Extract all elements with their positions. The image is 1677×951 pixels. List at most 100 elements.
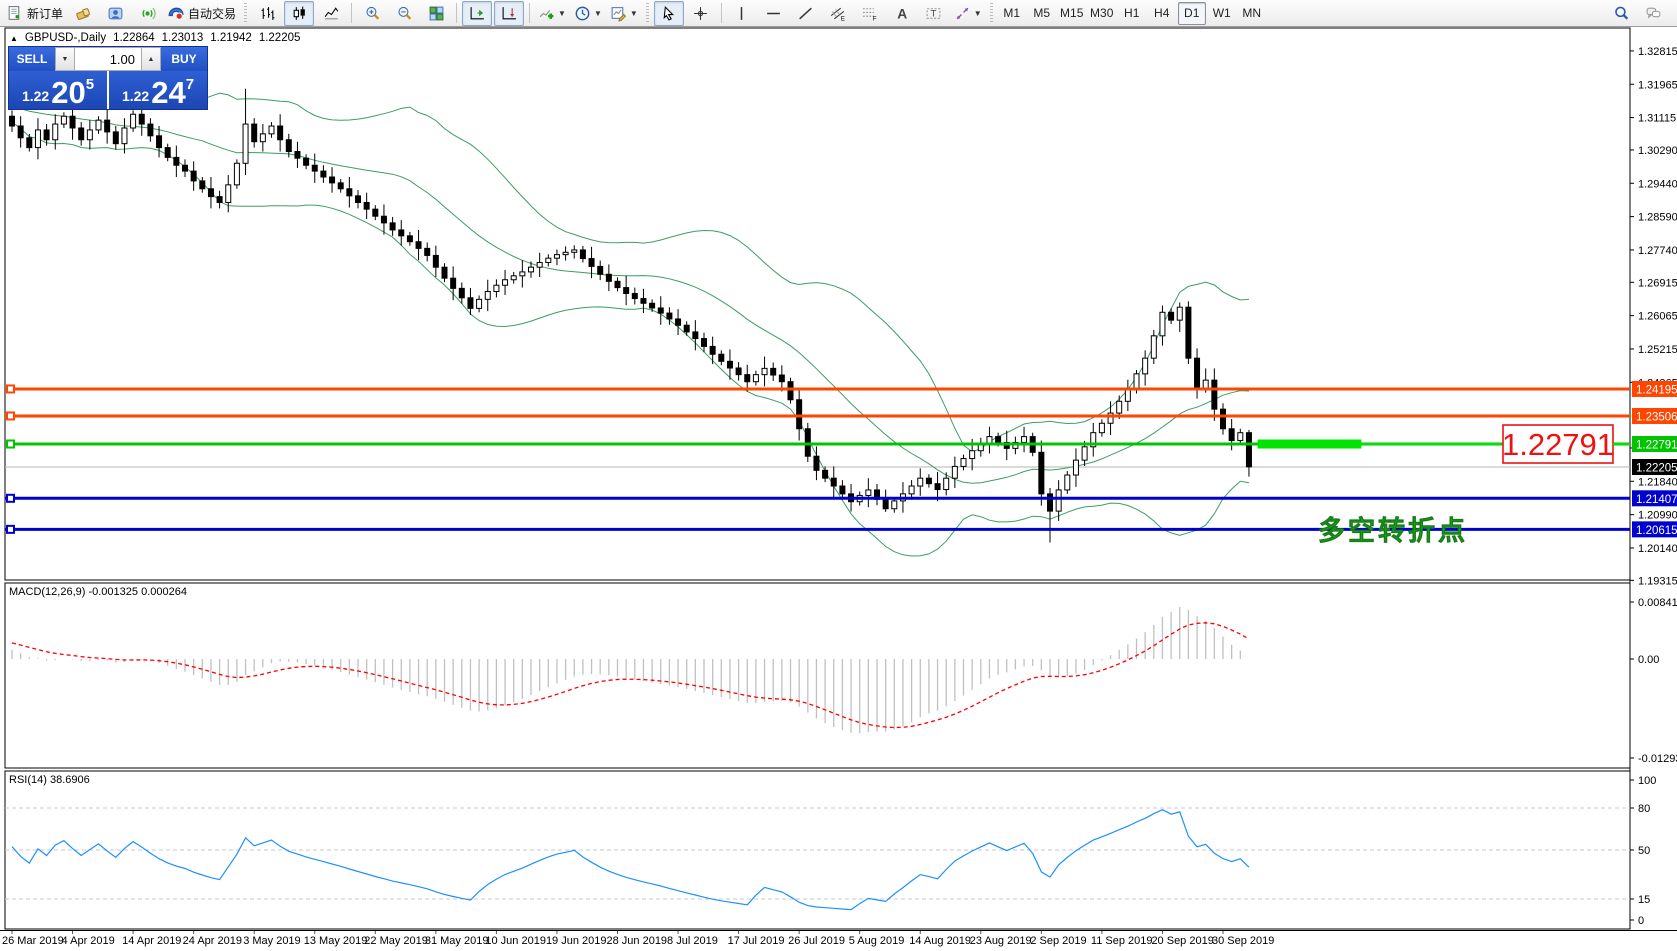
date-tick-label: 2 Sep 2019 — [1030, 935, 1086, 947]
volume-input[interactable]: 1.00 — [75, 47, 141, 71]
crosshair-tool-button[interactable] — [686, 1, 716, 26]
candle — [364, 202, 369, 209]
svg-text:F: F — [873, 15, 877, 22]
new-order-button[interactable]: 新订单 — [3, 1, 66, 26]
axis-price-badge-text: 1.24195 — [1636, 384, 1677, 396]
timeframe-button-h1[interactable]: H1 — [1118, 2, 1146, 25]
line-anchor-handle[interactable] — [7, 495, 14, 502]
chart-shift-icon — [501, 5, 518, 22]
buy-button[interactable]: BUY — [161, 47, 207, 71]
zoom-in-button[interactable] — [357, 1, 387, 26]
tile-windows-button[interactable] — [421, 1, 451, 26]
axis-price-badge-text: 1.22205 — [1636, 463, 1677, 475]
arrows-tool-button[interactable]: ▼ — [951, 1, 985, 26]
candle — [407, 236, 412, 242]
chevron-down-icon[interactable]: ▼ — [630, 9, 638, 18]
zoom-out-icon — [396, 5, 413, 22]
candle — [511, 276, 516, 280]
trade-panel-quote-row: 1.22 20 5 1.22 24 7 — [9, 71, 207, 109]
date-tick-label: 8 Jul 2019 — [667, 935, 718, 947]
timeframe-button-h4[interactable]: H4 — [1148, 2, 1176, 25]
timeframe-button-m1[interactable]: M1 — [998, 2, 1026, 25]
candle — [451, 278, 456, 288]
label-tool-button[interactable]: T — [919, 1, 949, 26]
line-anchor-handle[interactable] — [7, 526, 14, 533]
candle — [27, 138, 32, 148]
templates-button[interactable]: ▼ — [607, 1, 641, 26]
search-button[interactable] — [1606, 1, 1636, 26]
timeframe-button-mn[interactable]: MN — [1238, 2, 1266, 25]
indicators-button[interactable]: ▼ — [535, 1, 569, 26]
chevron-down-icon[interactable]: ▼ — [974, 9, 982, 18]
candle — [970, 451, 975, 459]
fibonacci-tool-button[interactable]: F — [855, 1, 885, 26]
candle — [1229, 429, 1234, 441]
autotrading-button[interactable]: 自动交易 — [164, 1, 239, 26]
sell-quote-button[interactable]: 1.22 20 5 — [9, 71, 107, 109]
price-tick-label: 1.32815 — [1638, 46, 1677, 58]
timeframe-button-m30[interactable]: M30 — [1088, 2, 1116, 25]
toolbar-grip[interactable] — [989, 3, 994, 23]
toolbar-right-icons — [1605, 1, 1669, 26]
date-tick-label: 10 Jun 2019 — [485, 935, 546, 947]
line-anchor-handle[interactable] — [7, 385, 14, 392]
candle — [554, 255, 559, 259]
trendline-tool-button[interactable] — [791, 1, 821, 26]
price-chart-canvas: MACD(12,26,9) -0.001325 0.0002640.008411… — [0, 27, 1677, 951]
vertical-line-tool-button[interactable] — [727, 1, 757, 26]
chevron-down-icon[interactable]: ▼ — [558, 9, 566, 18]
macd-label: MACD(12,26,9) -0.001325 0.000264 — [9, 586, 187, 598]
price-tick-label: 1.25215 — [1638, 344, 1677, 356]
volume-increase-button[interactable]: ▲ — [141, 47, 161, 71]
candle — [131, 114, 136, 128]
market-watch-button[interactable] — [100, 1, 130, 26]
bar-chart-mode-button[interactable] — [252, 1, 282, 26]
timeframe-button-d1[interactable]: D1 — [1178, 2, 1206, 25]
signals-button[interactable] — [132, 1, 162, 26]
turning-point-annotation[interactable]: 多空转折点 — [1318, 515, 1468, 546]
eraser-button[interactable] — [68, 1, 98, 26]
candle — [650, 303, 655, 308]
periods-button[interactable]: ▼ — [571, 1, 605, 26]
chevron-down-icon[interactable]: ▼ — [594, 9, 602, 18]
chart-shift-button[interactable] — [494, 1, 524, 26]
horizontal-line-tool-button[interactable] — [759, 1, 789, 26]
candles-icon — [291, 5, 308, 22]
candle — [260, 134, 265, 142]
zoom-out-button[interactable] — [389, 1, 419, 26]
text-tool-button[interactable]: A — [887, 1, 917, 26]
toolbar-grip[interactable] — [645, 3, 650, 23]
candle — [226, 185, 231, 203]
sell-button[interactable]: SELL — [9, 47, 55, 71]
mt4-terminal-window: { "toolbar": { "groups": [ {"grip": fals… — [0, 0, 1677, 951]
toolbar-grip[interactable] — [243, 3, 248, 23]
line-anchor-handle[interactable] — [7, 412, 14, 419]
candle — [1134, 374, 1139, 390]
date-tick-label: 26 Jul 2019 — [788, 935, 845, 947]
timeframe-button-m15[interactable]: M15 — [1058, 2, 1086, 25]
line-chart-mode-button[interactable] — [316, 1, 346, 26]
line-anchor-handle[interactable] — [7, 441, 14, 448]
eraser-icon — [75, 5, 92, 22]
channel-icon: E — [829, 5, 846, 22]
label-icon: T — [925, 5, 942, 22]
date-tick-label: 28 Jun 2019 — [607, 935, 668, 947]
auto-scroll-button[interactable] — [462, 1, 492, 26]
timeframe-button-m5[interactable]: M5 — [1028, 2, 1056, 25]
candle — [87, 130, 92, 140]
chat-button[interactable] — [1638, 1, 1668, 26]
volume-decrease-button[interactable]: ▼ — [55, 47, 75, 71]
cursor-tool-button[interactable] — [654, 1, 684, 26]
channel-tool-button[interactable]: E — [823, 1, 853, 26]
candle-chart-mode-button[interactable] — [284, 1, 314, 26]
svg-text:E: E — [841, 15, 845, 22]
candle — [580, 250, 585, 259]
candle — [1177, 307, 1182, 320]
macd-tick-label: 0.00 — [1638, 654, 1659, 666]
collapse-panel-icon[interactable]: ▲ — [10, 34, 18, 43]
timeframe-button-w1[interactable]: W1 — [1208, 2, 1236, 25]
candle — [710, 346, 715, 354]
radar-icon — [139, 5, 156, 22]
buy-quote-button[interactable]: 1.22 24 7 — [109, 71, 207, 109]
pivot-highlight-bar[interactable] — [1258, 440, 1362, 449]
